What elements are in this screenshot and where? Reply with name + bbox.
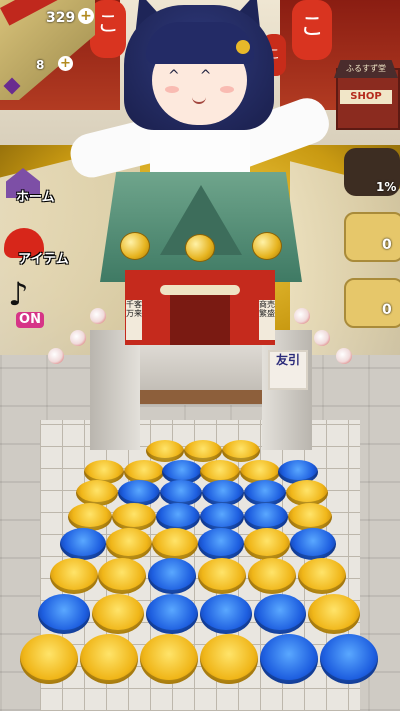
gold-coin xyxy=(76,480,118,506)
bell-icon[interactable] xyxy=(185,234,215,262)
gold-coin xyxy=(244,528,290,560)
item-button[interactable]: アイテム xyxy=(18,248,69,267)
fence-item-count: 0 xyxy=(382,237,392,253)
blue-coin xyxy=(244,503,288,531)
blue-coin xyxy=(320,634,378,684)
shop-label[interactable]: SHOP xyxy=(340,90,392,104)
character-eyes: ^^ xyxy=(168,68,232,84)
shimenawa-rope xyxy=(160,285,240,295)
temari-ball-icon xyxy=(48,348,64,364)
character-blush xyxy=(165,86,179,93)
gold-coin xyxy=(248,558,296,594)
wall-item-count: 0 xyxy=(382,302,392,318)
temari-ball-icon xyxy=(70,330,86,346)
gold-coin xyxy=(198,558,246,594)
temari-ball-icon xyxy=(336,348,352,364)
blue-coin xyxy=(254,594,306,634)
gold-coin xyxy=(200,634,258,684)
coin-count: 329 xyxy=(46,10,76,26)
gold-coin xyxy=(106,528,152,560)
temari-ball-icon xyxy=(90,308,106,324)
sound-toggle[interactable]: ON xyxy=(16,312,44,328)
music-note-icon[interactable]: ♪ xyxy=(8,276,38,312)
blue-coin xyxy=(38,594,90,634)
shrine-step-edge xyxy=(140,390,262,404)
paw-gauge-percent: 1% xyxy=(376,180,397,194)
temari-ball-icon xyxy=(314,330,330,346)
hair-bell-icon xyxy=(236,40,250,54)
blue-coin xyxy=(200,503,244,531)
gold-coin xyxy=(308,594,360,634)
shop-roof-sign: ふるすず堂 xyxy=(334,60,398,78)
lantern: こ xyxy=(292,0,332,60)
blue-coin xyxy=(198,528,244,560)
temari-ball-icon xyxy=(294,308,310,324)
shrine-door xyxy=(170,290,230,345)
pusher-wall-left xyxy=(90,330,140,450)
gold-coin xyxy=(50,558,98,594)
gold-coin xyxy=(92,594,144,634)
gold-coin xyxy=(98,558,146,594)
gold-coin xyxy=(80,634,138,684)
lantern: こ xyxy=(90,0,126,58)
blue-coin xyxy=(200,594,252,634)
gold-coin xyxy=(20,634,78,684)
gold-coin xyxy=(298,558,346,594)
tomobiki-sign: 友引 xyxy=(268,350,308,390)
gold-coin xyxy=(222,440,260,462)
blue-coin xyxy=(156,503,200,531)
blue-coin xyxy=(146,594,198,634)
pillar-sign-left: 千客万来 xyxy=(126,300,142,340)
gold-coin xyxy=(152,528,198,560)
gold-coin xyxy=(68,503,112,531)
gold-coin xyxy=(146,440,184,462)
blue-coin xyxy=(260,634,318,684)
blue-coin xyxy=(160,480,202,506)
gem-count: 8 xyxy=(36,58,45,72)
home-button[interactable]: ホーム xyxy=(16,186,55,205)
blue-coin xyxy=(118,480,160,506)
gold-coin xyxy=(112,503,156,531)
add-coins-button[interactable]: + xyxy=(78,8,94,24)
blue-coin xyxy=(148,558,196,594)
gold-coin xyxy=(288,503,332,531)
pusher-wall-right xyxy=(262,330,312,450)
add-gems-button[interactable]: + xyxy=(58,56,73,71)
pillar-sign-right: 商売繁盛 xyxy=(259,300,275,340)
bell-icon[interactable] xyxy=(252,232,282,260)
blue-coin xyxy=(60,528,106,560)
character-blush xyxy=(220,86,234,93)
blue-coin xyxy=(290,528,336,560)
bell-icon[interactable] xyxy=(120,232,150,260)
gold-coin xyxy=(184,440,222,462)
gold-coin xyxy=(140,634,198,684)
